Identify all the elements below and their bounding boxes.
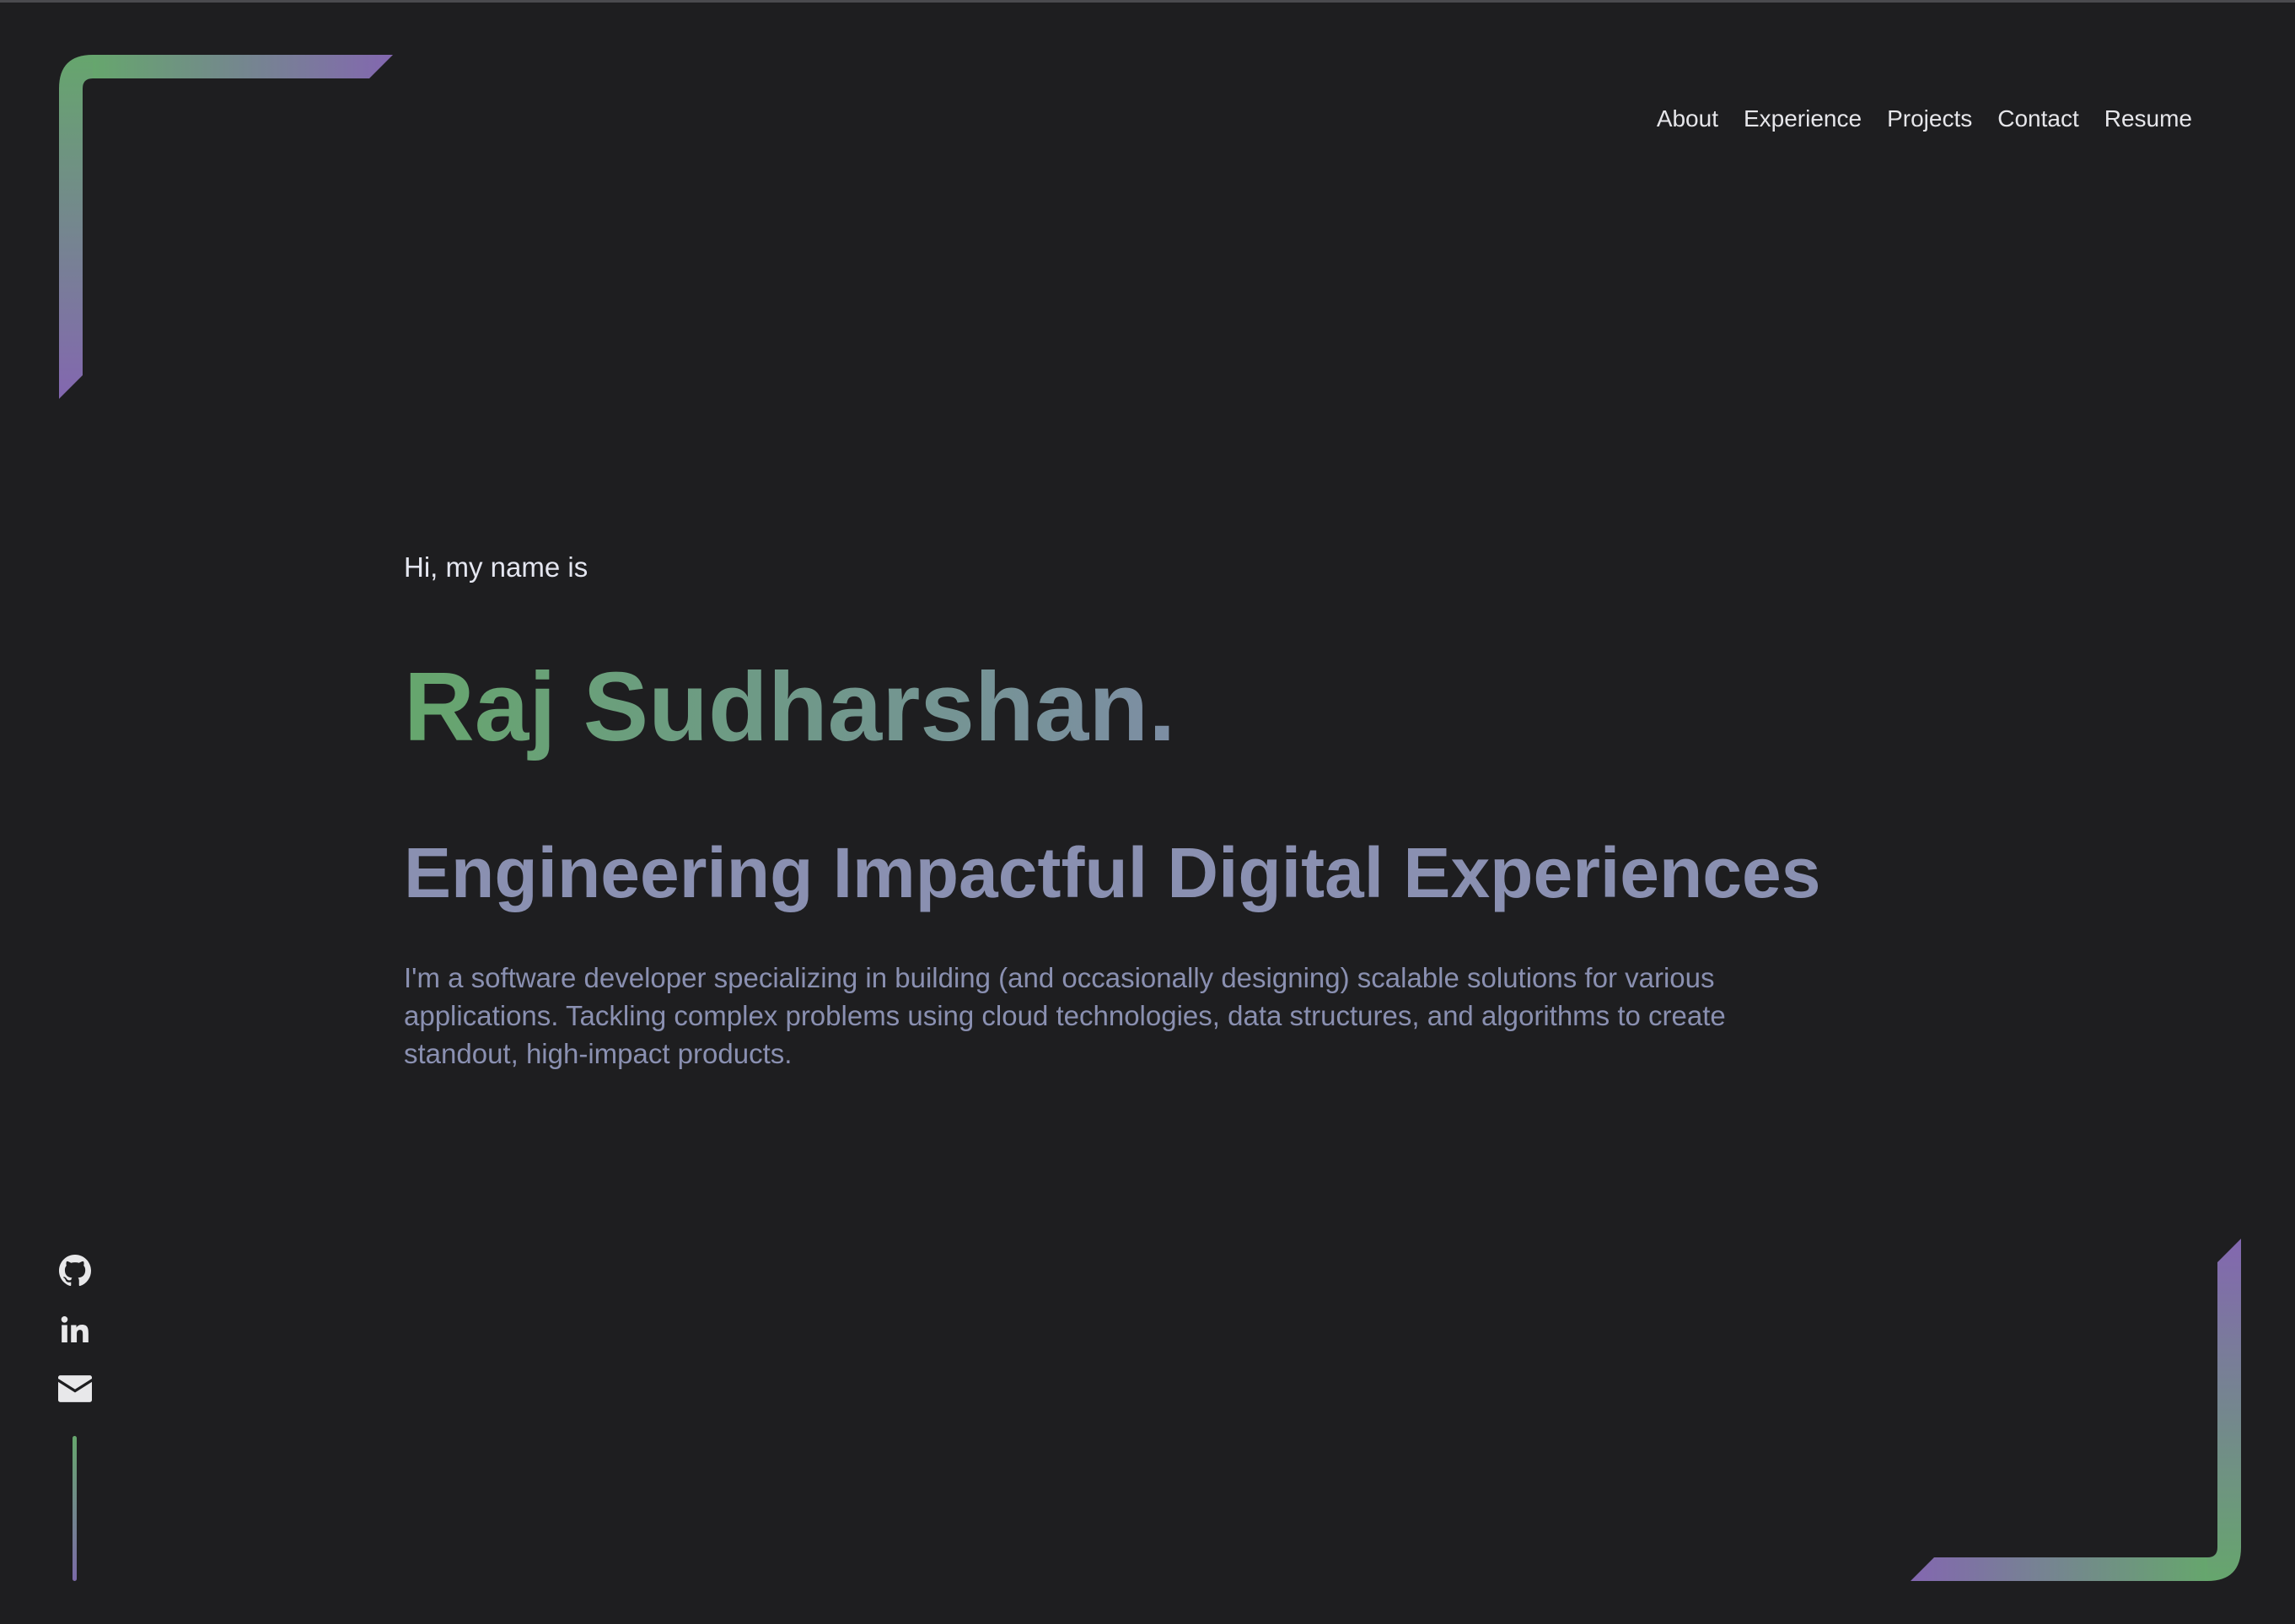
hero-name: Raj Sudharshan. bbox=[404, 652, 1176, 761]
nav-link-projects[interactable]: Projects bbox=[1887, 102, 1972, 136]
nav-link-about[interactable]: About bbox=[1657, 102, 1718, 136]
linkedin-icon[interactable] bbox=[58, 1313, 92, 1347]
github-icon[interactable] bbox=[58, 1254, 92, 1288]
corner-bracket-top-left bbox=[59, 55, 393, 399]
nav-link-experience[interactable]: Experience bbox=[1744, 102, 1862, 136]
nav-link-contact[interactable]: Contact bbox=[1997, 102, 2079, 136]
social-links bbox=[57, 1254, 93, 1406]
mail-icon[interactable] bbox=[58, 1372, 92, 1406]
hero-greeting: Hi, my name is bbox=[404, 551, 589, 583]
corner-bracket-bottom-right bbox=[1911, 1239, 2241, 1581]
hero-bio: I'm a software developer specializing in… bbox=[404, 962, 1726, 1069]
social-divider-line bbox=[73, 1436, 77, 1581]
hero-tagline: Engineering Impactful Digital Experience… bbox=[404, 833, 1821, 912]
main-nav: About Experience Projects Contact Resume bbox=[1657, 102, 2192, 136]
hero-section: Hi, my name is Raj Sudharshan. Engineeri… bbox=[404, 534, 1854, 1073]
page: About Experience Projects Contact Resume… bbox=[0, 0, 2295, 1624]
nav-link-resume[interactable]: Resume bbox=[2104, 102, 2192, 136]
